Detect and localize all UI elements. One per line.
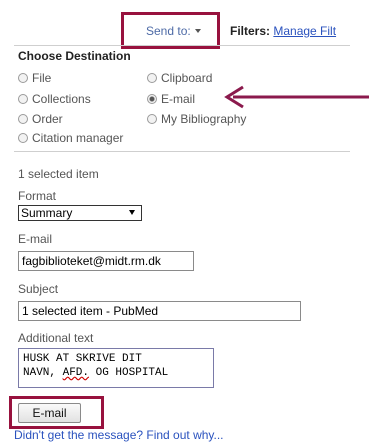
radio-email[interactable]: E-mail [147, 92, 195, 106]
subject-field[interactable]: 1 selected item - PubMed [18, 301, 301, 321]
manage-filters-link[interactable]: Manage Filt [273, 24, 336, 38]
email-label: E-mail [18, 232, 53, 246]
help-link[interactable]: Didn't get the message? Find out why... [14, 428, 224, 442]
email-field[interactable]: fagbiblioteket@midt.rm.dk [18, 251, 194, 271]
filters-label: Filters: [230, 24, 271, 38]
radio-label: Collections [32, 92, 91, 106]
radio-icon [18, 114, 28, 124]
format-label: Format [18, 189, 57, 203]
additional-text-line-1: HUSK AT SKRIVE DIT [23, 353, 142, 365]
radio-icon [18, 94, 28, 104]
radio-label: E-mail [161, 92, 196, 106]
arrow-pointer-icon [224, 85, 369, 109]
send-to-highlight-box [121, 12, 220, 49]
line-2-part-3: OG HOSPITAL [89, 367, 169, 379]
radio-label: My Bibliography [161, 112, 247, 126]
line-2-part-2: AFD. [62, 367, 90, 379]
email-submit-button[interactable]: E-mail [18, 403, 81, 423]
choose-destination-title: Choose Destination [18, 49, 131, 63]
radio-my-bibliography[interactable]: My Bibliography [147, 112, 246, 126]
additional-text-area[interactable]: HUSK AT SKRIVE DIT NAVN, AFD. OG HOSPITA… [18, 348, 214, 388]
radio-order[interactable]: Order [18, 112, 63, 126]
radio-label: Citation manager [32, 131, 124, 145]
radio-icon [147, 114, 157, 124]
additional-text-line-2: NAVN, AFD. OG HOSPITAL [23, 366, 209, 380]
radio-selected-icon [147, 94, 157, 104]
radio-icon [147, 73, 157, 83]
header-divider [14, 45, 350, 46]
radio-label: Order [32, 112, 63, 126]
subject-label: Subject [18, 282, 59, 296]
chevron-down-icon [129, 210, 135, 215]
radio-icon [18, 73, 28, 83]
radio-label: File [32, 71, 52, 85]
selected-count: 1 selected item [18, 167, 99, 181]
radio-clipboard[interactable]: Clipboard [147, 71, 212, 85]
format-select[interactable]: Summary [18, 205, 142, 221]
options-divider [14, 151, 350, 152]
radio-collections[interactable]: Collections [18, 92, 91, 106]
filters: Filters: Manage Filt [230, 24, 336, 38]
additional-text-label: Additional text [18, 331, 94, 345]
radio-icon [18, 133, 28, 143]
format-value: Summary [21, 206, 73, 220]
radio-file[interactable]: File [18, 71, 51, 85]
line-2-part-1: NAVN, [23, 367, 63, 379]
radio-citation-manager[interactable]: Citation manager [18, 131, 123, 145]
radio-label: Clipboard [161, 71, 213, 85]
